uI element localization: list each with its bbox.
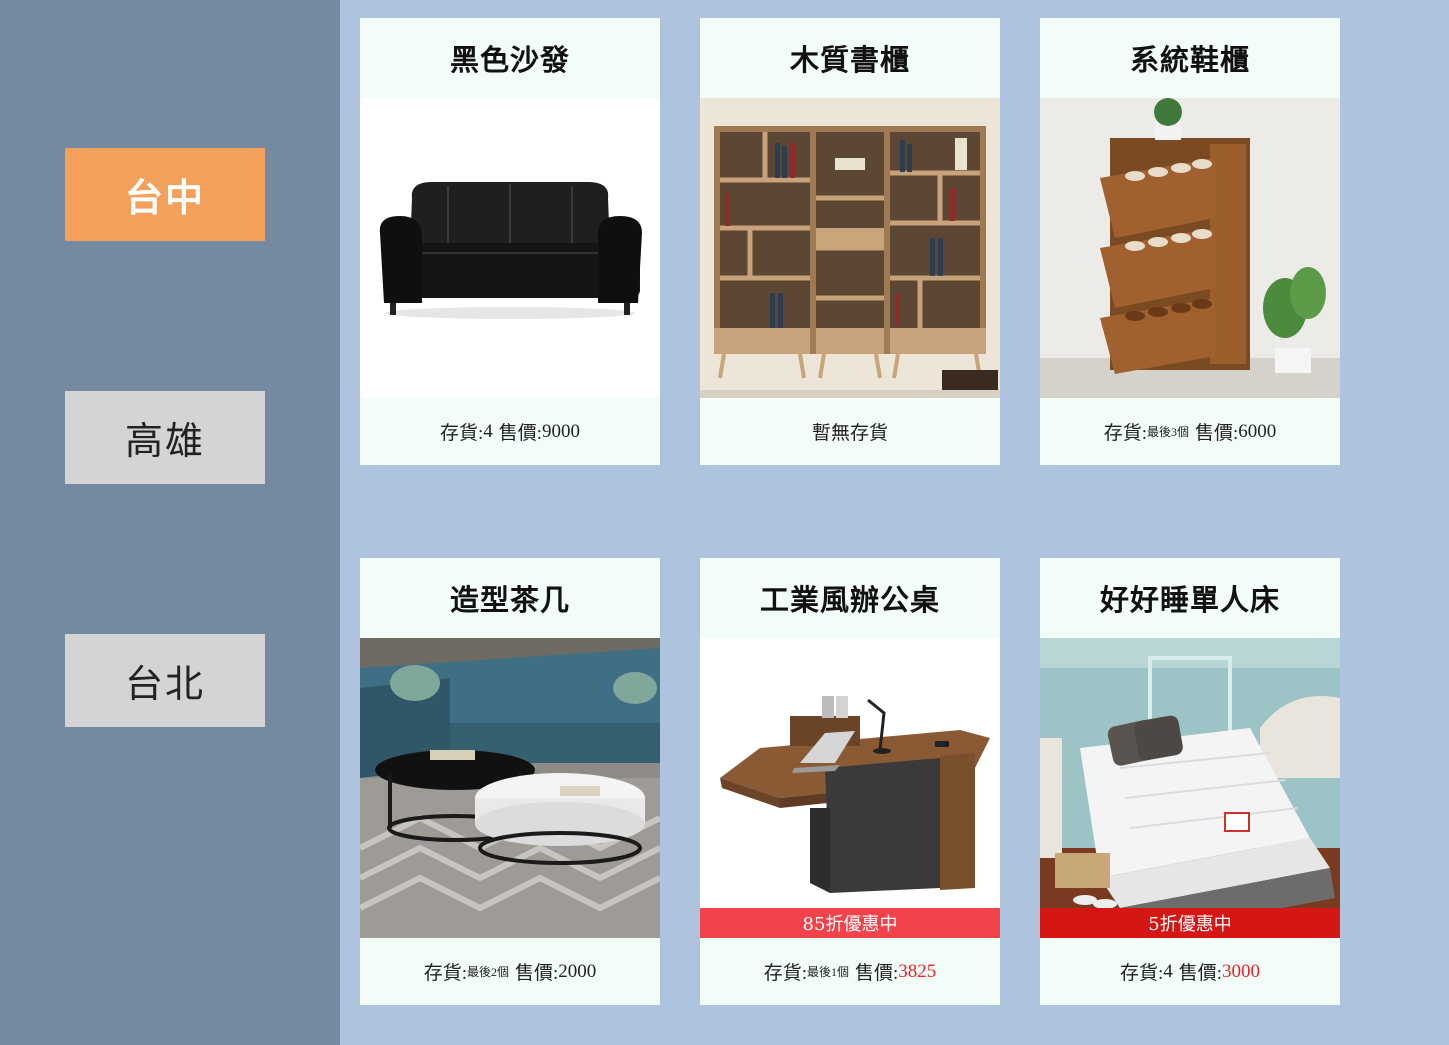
single-bed-photo: 5折優惠中 (1040, 638, 1340, 938)
price-label: 售價: (855, 963, 899, 984)
product-info: 暫無存貨 (700, 398, 1000, 465)
product-name: 系統鞋櫃 (1129, 43, 1250, 77)
product-card[interactable]: 工業風辦公桌 85折優惠中 存貨: 最後1個 售價: 3825 (700, 558, 1000, 1005)
price-label: 售價: (498, 423, 543, 444)
product-card[interactable]: 系統鞋櫃 存貨: 最後3個 售價: 6000 (1040, 18, 1340, 465)
product-name: 木質書櫃 (789, 43, 910, 77)
office-desk-photo: 85折優惠中 (700, 638, 1000, 938)
product-info: 存貨: 4 售價: 9000 (360, 398, 660, 465)
price-label: 售價: (1178, 963, 1223, 984)
price-value: 6000 (1238, 420, 1277, 442)
price-value: 3000 (1222, 960, 1261, 982)
product-card[interactable]: 好好睡單人床 5折優惠中 存貨: 4 售價: 3000 (1040, 558, 1340, 1005)
product-card[interactable]: 木質書櫃 暫無存貨 (700, 18, 1000, 465)
stock-label: 存貨: (439, 423, 484, 444)
stock-value: 4 (483, 420, 493, 442)
product-name: 工業風辦公桌 (759, 583, 940, 617)
discount-banner: 85折優惠中 (700, 908, 1000, 938)
price-label: 售價: (1195, 423, 1239, 444)
price-value: 2000 (558, 960, 597, 982)
wooden-bookshelf-photo (700, 98, 1000, 398)
city-button-kaohsiung[interactable]: 高雄 (65, 391, 265, 484)
black-sofa-photo (360, 98, 660, 398)
shoe-cabinet-photo (1040, 98, 1340, 398)
product-info: 存貨: 4 售價: 3000 (1040, 938, 1340, 1005)
product-card[interactable]: 黑色沙發 存貨: 4 售價: 9000 (360, 18, 660, 465)
product-info: 存貨: 最後1個 售價: 3825 (700, 938, 1000, 1005)
city-button-taichung[interactable]: 台中 (65, 148, 265, 241)
stock-value: 4 (1163, 960, 1173, 982)
price-value: 9000 (542, 420, 581, 442)
stock-status: 暫無存貨 (811, 423, 888, 444)
stock-label: 存貨: (763, 963, 807, 984)
product-name: 好好睡單人床 (1099, 583, 1280, 617)
product-info: 存貨: 最後3個 售價: 6000 (1040, 398, 1340, 465)
stock-note: 最後3個 (1146, 425, 1189, 439)
price-label: 售價: (515, 963, 559, 984)
product-grid: 黑色沙發 存貨: 4 售價: 9000 木質書櫃 暫無存貨 系統鞋櫃 存貨: 最… (340, 0, 1449, 1045)
stock-note: 最後1個 (806, 965, 849, 979)
city-sidebar: 台中 高雄 台北 (0, 0, 340, 1045)
stock-label: 存貨: (1119, 963, 1164, 984)
coffee-table-photo (360, 638, 660, 938)
city-button-taipei[interactable]: 台北 (65, 634, 265, 727)
stock-note: 最後2個 (466, 965, 509, 979)
stock-label: 存貨: (1103, 423, 1147, 444)
product-info: 存貨: 最後2個 售價: 2000 (360, 938, 660, 1005)
price-value: 3825 (898, 960, 937, 982)
product-card[interactable]: 造型茶几 存貨: 最後2個 售價: 2000 (360, 558, 660, 1005)
stock-label: 存貨: (423, 963, 467, 984)
product-name: 黑色沙發 (449, 43, 570, 77)
product-name: 造型茶几 (449, 583, 570, 617)
discount-banner: 5折優惠中 (1040, 908, 1340, 938)
